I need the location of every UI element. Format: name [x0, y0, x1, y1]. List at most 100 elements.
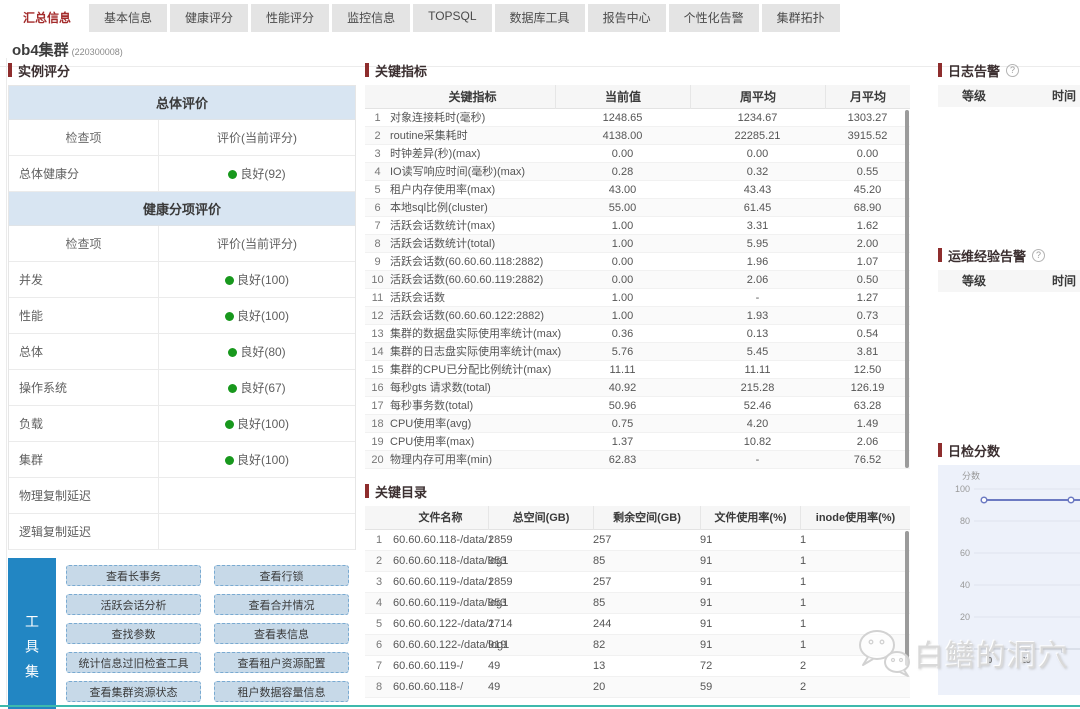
tab-2[interactable]: 健康评分	[170, 4, 249, 32]
metric-row: 10 活跃会话数(60.60.60.119:2882) 0.00 2.06 0.50	[365, 271, 910, 289]
ops-alerts-column-header: 等级 时间	[938, 270, 1080, 292]
metric-current: 1.00	[611, 310, 634, 322]
tab-5[interactable]: TOPSQL	[413, 4, 492, 32]
dir-row: 5 60.60.60.122-/data/1 2714 244 91 1	[365, 614, 910, 635]
dir-total-space: 953	[488, 597, 507, 609]
dirs-scrollbar[interactable]	[905, 531, 909, 666]
metric-name: 时钟差异(秒)(max)	[390, 148, 481, 160]
dir-inode-usage: 1	[800, 597, 807, 609]
check-item-label: 总体	[9, 334, 159, 369]
check-item-value: 良好(92)	[159, 156, 355, 191]
tab-1[interactable]: 基本信息	[89, 4, 168, 32]
metric-row: 11 活跃会话数 1.00 - 1.27	[365, 289, 910, 307]
metric-month-avg: 2.06	[856, 436, 879, 448]
section-title: 关键目录	[375, 484, 428, 500]
check-item-label: 集群	[9, 442, 159, 477]
tool-button-7[interactable]: 查看租户资源配置	[214, 652, 349, 673]
check-item-label: 逻辑复制延迟	[9, 514, 159, 549]
metric-current: 0.75	[611, 418, 634, 430]
metric-row: 8 活跃会话数统计(total) 1.00 5.95 2.00	[365, 235, 910, 253]
tool-button-0[interactable]: 查看长事务	[66, 565, 201, 586]
tab-9[interactable]: 集群拓扑	[761, 4, 840, 32]
tool-button-4[interactable]: 查找参数	[66, 623, 201, 644]
metric-month-avg: 0.50	[856, 274, 879, 286]
metric-index: 15	[371, 364, 384, 376]
status-dot-icon	[228, 384, 238, 393]
dir-row: 2 60.60.60.118-/data/log1 953 85 91 1	[365, 551, 910, 572]
col-free-space: 剩余空间(GB)	[593, 506, 700, 530]
dir-inode-usage: 1	[800, 555, 807, 567]
tab-3[interactable]: 性能评分	[251, 4, 330, 32]
metric-week-avg: 5.45	[746, 346, 769, 358]
ops-alerts-header: 运维经验告警 ?	[938, 247, 1080, 264]
dir-free-space: 13	[593, 660, 606, 672]
help-icon[interactable]: ?	[1006, 63, 1020, 77]
metric-row: 15 集群的CPU已分配比例统计(max) 11.11 11.11 12.50	[365, 361, 910, 379]
health-score-row: 负载 良好(100)	[9, 406, 355, 442]
y-tick: 40	[960, 580, 970, 590]
key-metrics-column-header: 关键指标 当前值 周平均 月平均	[365, 85, 910, 109]
metric-name: routine采集耗时	[390, 130, 468, 142]
dir-index: 6	[375, 639, 383, 651]
dir-index: 1	[375, 534, 383, 546]
dir-file-usage: 59	[700, 681, 713, 693]
ops-alerts-empty-body	[938, 292, 1080, 442]
metric-current: 1.00	[611, 220, 634, 232]
key-metrics-body: 1 对象连接耗时(毫秒) 1248.65 1234.67 1303.27 2 routine…	[365, 109, 910, 469]
cluster-id: (220300008)	[71, 47, 123, 57]
content-left-border	[6, 58, 7, 704]
health-score-row: 总体 良好(80)	[9, 334, 355, 370]
metric-month-avg: 12.50	[853, 364, 882, 376]
dir-index: 8	[375, 681, 383, 693]
section-title: 运维经验告警	[948, 248, 1027, 264]
metric-index: 3	[374, 148, 381, 160]
dir-file-usage: 91	[700, 555, 713, 567]
metric-row: 16 每秒gts 请求数(total) 40.92 215.28 126.19	[365, 379, 910, 397]
metric-week-avg: 61.45	[743, 202, 772, 214]
data-point-marker[interactable]	[1067, 496, 1075, 504]
help-icon[interactable]: ?	[1032, 248, 1046, 262]
data-point-marker[interactable]	[980, 496, 988, 504]
metrics-scrollbar[interactable]	[905, 110, 909, 468]
dir-index: 5	[375, 618, 383, 630]
dir-total-space: 919	[488, 639, 507, 651]
dir-total-space: 2714	[488, 618, 513, 630]
key-dirs-header: 关键目录	[365, 483, 910, 500]
dir-file-name: 60.60.60.122-/data/1	[393, 618, 495, 630]
metric-month-avg: 1.49	[856, 418, 879, 430]
tab-6[interactable]: 数据库工具	[494, 4, 585, 32]
tab-8[interactable]: 个性化告警	[668, 4, 759, 32]
metric-current: 0.00	[611, 148, 634, 160]
tool-button-5[interactable]: 查看表信息	[214, 623, 349, 644]
tab-0[interactable]: 汇总信息	[8, 4, 87, 32]
metric-week-avg: 52.46	[743, 400, 772, 412]
metric-index: 20	[371, 454, 384, 466]
metric-week-avg: 11.11	[744, 364, 771, 376]
metric-row: 19 CPU使用率(max) 1.37 10.82 2.06	[365, 433, 910, 451]
metric-index: 9	[374, 256, 381, 268]
dir-free-space: 244	[593, 618, 612, 630]
dir-index: 2	[375, 555, 383, 567]
tool-button-6[interactable]: 统计信息过旧检查工具	[66, 652, 201, 673]
metric-index: 11	[371, 292, 384, 304]
tool-button-3[interactable]: 查看合并情况	[214, 594, 349, 615]
col-inode-usage: inode使用率(%)	[800, 506, 910, 530]
metric-month-avg: 1303.27	[847, 112, 888, 124]
dir-total-space: 2859	[488, 534, 513, 546]
tool-button-2[interactable]: 活跃会话分析	[66, 594, 201, 615]
dir-inode-usage: 1	[800, 576, 807, 588]
tab-4[interactable]: 监控信息	[332, 4, 411, 32]
dir-row: 6 60.60.60.122-/data/log1 919 82 91 1	[365, 635, 910, 656]
dir-free-space: 257	[593, 576, 612, 588]
metric-row: 5 租户内存使用率(max) 43.00 43.43 45.20	[365, 181, 910, 199]
section-title: 关键指标	[375, 63, 428, 79]
tab-7[interactable]: 报告中心	[587, 4, 666, 32]
tool-button-1[interactable]: 查看行锁	[214, 565, 349, 586]
metric-month-avg: 68.90	[853, 202, 882, 214]
log-alerts-header: 日志告警 ?	[938, 62, 1080, 79]
health-score-row: 物理复制延迟	[9, 478, 355, 514]
dir-total-space: 49	[488, 660, 501, 672]
tool-button-8[interactable]: 查看集群资源状态	[66, 681, 201, 702]
metric-month-avg: 0.73	[856, 310, 879, 322]
tool-button-9[interactable]: 租户数据容量信息	[214, 681, 349, 702]
